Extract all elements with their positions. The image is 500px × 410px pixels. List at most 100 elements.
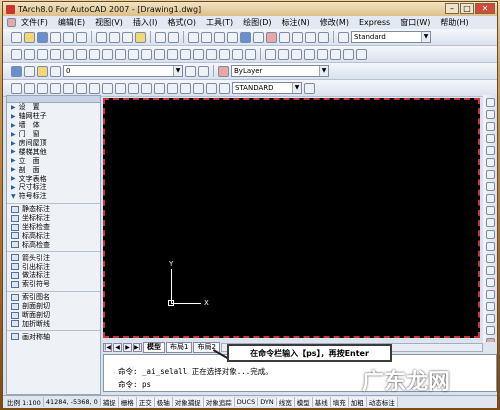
prev-tab-button[interactable]: ◀ [113, 343, 122, 352]
menu-help[interactable]: 帮助(H) [435, 17, 473, 28]
panel-item-elev-check[interactable]: 标高检查 [7, 240, 100, 249]
edit-text-icon[interactable] [278, 48, 289, 60]
undo-icon[interactable] [155, 31, 166, 43]
color-select[interactable]: ByLayer ▼ [231, 65, 329, 77]
otrack-toggle[interactable]: 对象追踪 [203, 397, 235, 407]
panel-item-static-dim[interactable]: 静态标注 [7, 205, 100, 214]
copy-icon[interactable] [109, 31, 120, 43]
mirror-icon[interactable] [485, 122, 495, 131]
tab-layout1[interactable]: 布局1 [166, 342, 193, 353]
redo-icon[interactable] [168, 31, 179, 43]
lengthen-icon[interactable] [485, 314, 495, 323]
center-mark-icon[interactable] [180, 82, 191, 94]
fill-toggle[interactable]: 填充 [330, 397, 349, 407]
extend-icon[interactable] [485, 218, 495, 227]
model-toggle[interactable]: 模型 [294, 397, 313, 407]
dim-style-icon[interactable] [304, 82, 315, 94]
panel-item-break-line[interactable]: 加折断线 [7, 319, 100, 328]
dyn-toggle[interactable]: DYN [258, 398, 277, 406]
insert-block-icon[interactable] [154, 48, 165, 60]
move-icon[interactable] [485, 158, 495, 167]
menu-file[interactable]: 文件(F) [16, 17, 53, 28]
maximize-button[interactable]: □ [460, 3, 474, 14]
text-style-dialog-icon[interactable] [317, 48, 328, 60]
menu-express[interactable]: Express [354, 18, 395, 27]
ordinate-icon[interactable] [50, 82, 61, 94]
menu-edit[interactable]: 编辑(E) [53, 17, 90, 28]
scale-icon[interactable] [485, 182, 495, 191]
save-icon[interactable] [37, 31, 48, 43]
design-center-icon[interactable] [253, 31, 264, 43]
menu-dimension[interactable]: 标注(N) [277, 17, 315, 28]
dynamic-dim-toggle[interactable]: 动态标注 [366, 397, 398, 407]
color-control-icon[interactable] [218, 65, 229, 77]
text-style-icon[interactable] [338, 31, 349, 43]
lineweight-toggle[interactable]: 线宽 [276, 397, 295, 407]
doc-menu-icon[interactable] [7, 18, 16, 27]
scale-status[interactable]: 比例 1:100 [5, 397, 44, 407]
dim-edit-icon[interactable] [193, 82, 204, 94]
polygon-icon[interactable] [50, 48, 61, 60]
make-current-icon[interactable] [185, 65, 196, 77]
quick-leader-icon[interactable] [154, 82, 165, 94]
tab-model[interactable]: 模型 [143, 342, 165, 353]
dim-text-edit-icon[interactable] [206, 82, 217, 94]
preview-icon[interactable] [63, 31, 74, 43]
table-icon[interactable] [232, 48, 243, 60]
menu-modify[interactable]: 修改(M) [315, 17, 354, 28]
plot-icon[interactable] [50, 31, 61, 43]
new-icon[interactable] [11, 31, 22, 43]
menu-insert[interactable]: 插入(I) [128, 17, 163, 28]
arc-icon[interactable] [76, 48, 87, 60]
close-button[interactable]: ✕ [475, 3, 495, 14]
open-icon[interactable] [24, 31, 35, 43]
circle-icon[interactable] [89, 48, 100, 60]
zoom-realtime-icon[interactable] [201, 31, 212, 43]
point-icon[interactable] [180, 48, 191, 60]
radius-icon[interactable] [63, 82, 74, 94]
zoom-previous-icon[interactable] [227, 31, 238, 43]
panel-item-elev-dim[interactable]: 标高标注 [7, 231, 100, 240]
justify-text-icon[interactable] [343, 48, 354, 60]
markup-icon[interactable] [292, 31, 303, 43]
convert-space-icon[interactable] [356, 48, 367, 60]
gradient-icon[interactable] [206, 48, 217, 60]
panel-item-leader[interactable]: 引出标注 [7, 262, 100, 271]
explode-icon[interactable] [485, 290, 495, 299]
polyline-icon[interactable] [37, 48, 48, 60]
menu-tools[interactable]: 工具(T) [201, 17, 238, 28]
paste-icon[interactable] [122, 31, 133, 43]
minimize-button[interactable]: – [445, 3, 459, 14]
properties-icon[interactable] [240, 31, 251, 43]
arc-length-icon[interactable] [37, 82, 48, 94]
menu-window[interactable]: 窗口(W) [395, 17, 435, 28]
panel-item-index-title[interactable]: 索引图名 [7, 293, 100, 302]
drawing-canvas[interactable]: Y X [103, 98, 480, 338]
array-icon[interactable] [485, 146, 495, 155]
publish-icon[interactable] [76, 31, 87, 43]
panel-item-symbol[interactable]: ▼ 符号标注 [7, 192, 100, 201]
chamfer-icon[interactable] [485, 266, 495, 275]
grid-toggle[interactable]: 栅格 [118, 397, 137, 407]
rectangle-icon[interactable] [63, 48, 74, 60]
tool-palettes-icon[interactable] [266, 31, 277, 43]
break-icon[interactable] [485, 242, 495, 251]
baseline-toggle[interactable]: 基线 [312, 397, 331, 407]
next-tab-button[interactable]: ▶ [123, 343, 132, 352]
snap-toggle[interactable]: 捕捉 [100, 397, 119, 407]
panel-item-break-cut[interactable]: 断面剖切 [7, 311, 100, 320]
last-tab-button[interactable]: ▶| [133, 343, 142, 352]
trim-icon[interactable] [485, 206, 495, 215]
fillet-icon[interactable] [485, 278, 495, 287]
polar-toggle[interactable]: 极轴 [154, 397, 173, 407]
dim-style-select[interactable]: STANDARD ▼ [232, 82, 302, 94]
match-properties-icon[interactable] [135, 31, 146, 43]
sheet-set-icon[interactable] [279, 31, 290, 43]
aligned-dim-icon[interactable] [24, 82, 35, 94]
revision-cloud-icon[interactable] [102, 48, 113, 60]
jogged-icon[interactable] [76, 82, 87, 94]
bold-toggle[interactable]: 加粗 [348, 397, 367, 407]
region-icon[interactable] [219, 48, 230, 60]
text-style-select[interactable]: Standard ▼ [351, 31, 431, 43]
layer-manager-icon[interactable] [11, 65, 22, 77]
